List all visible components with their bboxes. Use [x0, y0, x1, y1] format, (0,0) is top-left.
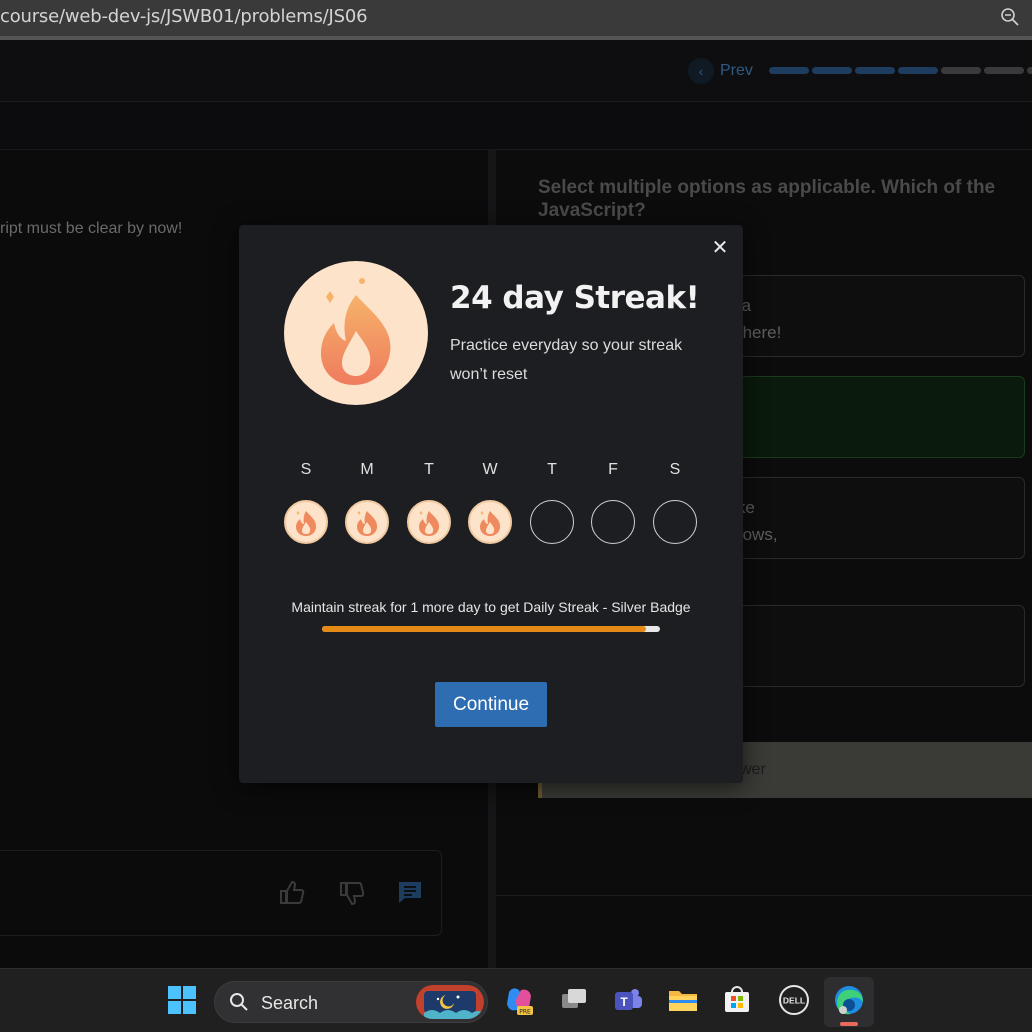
svg-text:DELL: DELL: [783, 996, 805, 1006]
question-progress: [769, 67, 1032, 74]
day-circle: [591, 500, 635, 544]
day-circle: [653, 500, 697, 544]
day-letter: S: [300, 461, 312, 478]
flame-icon: [357, 511, 378, 536]
search-icon: [230, 993, 248, 1011]
prev-button[interactable]: ‹ Prev: [688, 58, 753, 84]
day-letter: F: [608, 461, 618, 478]
zoom-icon[interactable]: [1000, 7, 1020, 27]
task-view-icon[interactable]: [558, 984, 590, 1016]
svg-text:T: T: [620, 995, 628, 1009]
search-label: Search: [261, 993, 319, 1013]
url-text[interactable]: course/web-dev-js/JSWB01/problems/JS06: [0, 6, 368, 27]
day-circle: [284, 500, 328, 544]
day-letter: T: [424, 461, 434, 478]
dell-icon[interactable]: DELL: [778, 984, 810, 1016]
teams-icon[interactable]: T: [612, 984, 644, 1016]
day-letter: T: [547, 461, 557, 478]
thumbs-up-icon[interactable]: [278, 879, 306, 907]
comment-icon[interactable]: [396, 879, 424, 907]
file-explorer-icon[interactable]: [667, 984, 699, 1016]
flame-badge: [284, 261, 428, 405]
streak-modal: ✕ 24 day Streak! Practice everyday so yo…: [239, 225, 743, 783]
day-circle: [407, 500, 451, 544]
badge-progress-fill: [322, 626, 647, 632]
close-icon[interactable]: ✕: [711, 238, 729, 258]
day-letter: M: [360, 461, 374, 478]
flame-icon: [320, 278, 391, 385]
flame-icon: [296, 511, 317, 536]
pane-separator: [496, 895, 1032, 896]
active-indicator: [840, 1022, 858, 1026]
streak-title: 24 day Streak!: [450, 280, 700, 316]
streak-subtitle: Practice everyday so your streak won’t r…: [450, 337, 683, 383]
progress-segment[interactable]: [812, 67, 852, 74]
feedback-bar: [0, 850, 442, 936]
microsoft-store-icon[interactable]: [721, 984, 753, 1016]
day-circle: [530, 500, 574, 544]
top-nav: ‹ Prev: [0, 40, 1032, 102]
copilot-icon[interactable]: PRE: [503, 984, 535, 1016]
progress-segment[interactable]: [855, 67, 895, 74]
problem-text: ript must be clear by now!: [0, 220, 183, 237]
progress-segment[interactable]: [984, 67, 1024, 74]
day-circle: [468, 500, 512, 544]
flame-icon: [480, 511, 501, 536]
address-bar[interactable]: course/web-dev-js/JSWB01/problems/JS06: [0, 0, 1032, 36]
continue-button[interactable]: Continue: [435, 682, 547, 727]
chevron-left-icon: ‹: [688, 58, 714, 84]
edge-icon[interactable]: [833, 984, 865, 1016]
taskbar-search[interactable]: Search: [214, 981, 488, 1023]
progress-segment[interactable]: [941, 67, 981, 74]
flame-icon: [419, 511, 440, 536]
progress-segment[interactable]: [1027, 67, 1032, 74]
question-text: Select multiple options as applicable. W…: [538, 177, 996, 221]
thumbs-down-icon[interactable]: [338, 879, 366, 907]
search-highlight-icon: [416, 985, 484, 1019]
badge-message: Maintain streak for 1 more day to get Da…: [291, 599, 691, 615]
windows-start-icon[interactable]: [166, 984, 198, 1016]
day-circle: [345, 500, 389, 544]
svg-text:PRE: PRE: [519, 1009, 531, 1016]
progress-segment[interactable]: [769, 67, 809, 74]
progress-segment[interactable]: [898, 67, 938, 74]
badge-progress-bar: [322, 626, 660, 632]
sub-toolbar: [0, 102, 1032, 150]
prev-label: Prev: [720, 62, 753, 79]
day-letter: S: [669, 461, 681, 478]
taskbar: Search PRE T DELL: [0, 968, 1032, 1032]
day-letter: W: [482, 461, 498, 478]
